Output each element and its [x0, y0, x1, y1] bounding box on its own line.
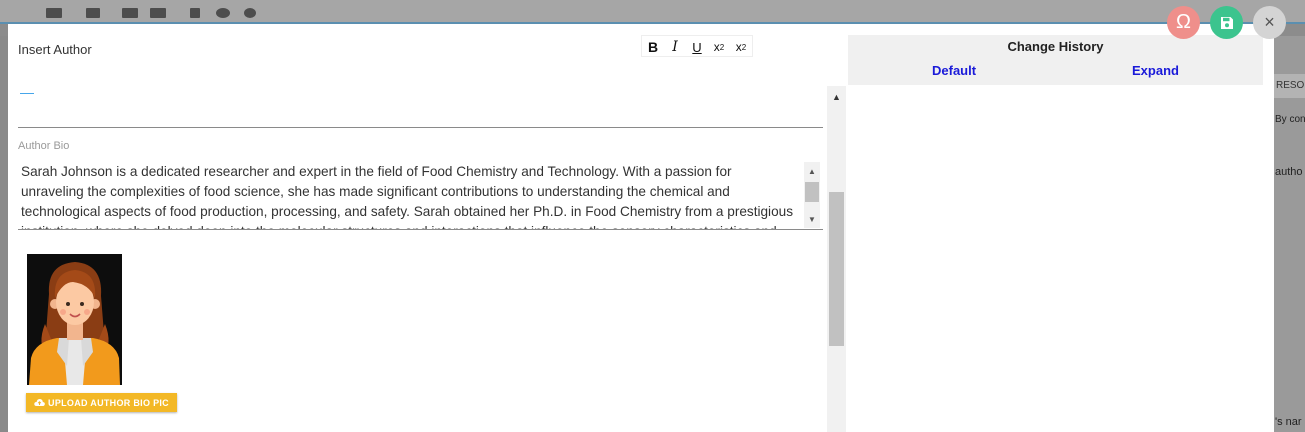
omega-icon: Ω	[1176, 11, 1191, 33]
superscript-button[interactable]: x2	[708, 36, 730, 58]
change-history-pane: Change History Default Expand	[848, 35, 1263, 432]
floppy-disk-icon	[1220, 16, 1233, 29]
bio-scrollbar[interactable]: ▲ ▼	[804, 162, 820, 228]
woman-avatar-illustration	[27, 254, 122, 385]
text-cursor-mark: —	[20, 84, 34, 100]
editor-scrollbar[interactable]: ▲	[827, 86, 846, 432]
bio-scroll-up-icon[interactable]: ▲	[804, 164, 820, 178]
background-right-text: 's nar	[1275, 416, 1302, 428]
background-tool-icon	[244, 8, 256, 18]
history-default-link[interactable]: Default	[932, 63, 976, 78]
author-bio-text: Sarah Johnson is a dedicated researcher …	[21, 164, 793, 229]
background-tool-icon	[216, 8, 230, 18]
history-expand-link[interactable]: Expand	[1132, 63, 1179, 78]
upload-author-bio-pic-button[interactable]: UPLOAD AUTHOR BIO PIC	[26, 393, 177, 412]
superscript-mark: 2	[719, 42, 725, 52]
close-dialog-button[interactable]: ×	[1253, 6, 1286, 39]
background-right-header: RESO	[1273, 74, 1305, 98]
background-tool-icon	[190, 8, 200, 18]
subscript-button[interactable]: x2	[730, 36, 752, 58]
background-left-panel	[0, 36, 8, 432]
author-bio-textarea[interactable]: Sarah Johnson is a dedicated researcher …	[18, 160, 823, 230]
author-avatar-image	[27, 254, 122, 385]
italic-button[interactable]: I	[664, 36, 686, 58]
bio-scroll-thumb[interactable]	[805, 182, 819, 202]
background-right-text: autho	[1275, 166, 1303, 178]
upload-button-label: UPLOAD AUTHOR BIO PIC	[48, 397, 169, 408]
special-character-button[interactable]: Ω	[1167, 6, 1200, 39]
insert-author-label: Insert Author	[18, 42, 92, 57]
background-tool-icon	[86, 8, 100, 18]
editor-scroll-thumb[interactable]	[829, 192, 844, 346]
bold-button[interactable]: B	[642, 36, 664, 58]
underline-button[interactable]: U	[686, 36, 708, 58]
bio-scroll-down-icon[interactable]: ▼	[804, 212, 820, 226]
save-button[interactable]	[1210, 6, 1243, 39]
background-tool-icon	[122, 8, 138, 18]
insert-author-dialog: Insert Author B I U x2 x2 — Author Bio S…	[8, 24, 1274, 432]
background-right-text: By con	[1275, 114, 1305, 125]
change-history-header: Change History Default Expand	[848, 35, 1263, 85]
cloud-upload-icon	[34, 399, 45, 406]
author-editor-pane: Insert Author B I U x2 x2 — Author Bio S…	[8, 24, 846, 432]
author-bio-label: Author Bio	[18, 140, 70, 152]
background-tool-icon	[46, 8, 62, 18]
change-history-title: Change History	[1007, 39, 1104, 54]
background-toolbar	[0, 0, 1305, 24]
subscript-mark: 2	[741, 42, 747, 52]
format-toolbar: B I U x2 x2	[641, 35, 753, 57]
editor-scroll-up-icon[interactable]: ▲	[827, 90, 846, 104]
author-name-input[interactable]	[18, 76, 823, 128]
close-icon: ×	[1264, 12, 1275, 32]
background-tool-icon	[150, 8, 166, 18]
